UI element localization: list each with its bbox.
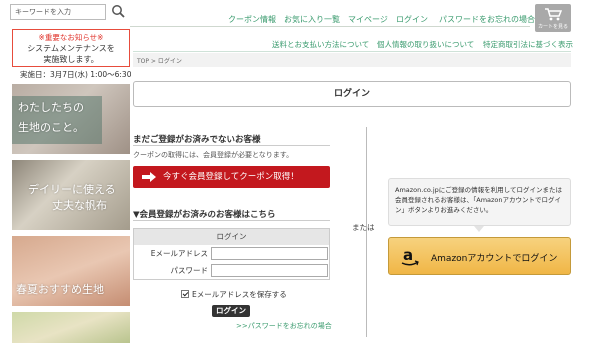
register-button-label: 今すぐ会員登録してクーポン取得！ (163, 172, 299, 182)
new-customer-title: まだご登録がお済みでないお客様 (133, 135, 261, 145)
search-icon[interactable] (111, 4, 125, 18)
cart-button[interactable]: カートを見る (535, 4, 571, 32)
login-form: ログイン Eメールアドレス パスワード (133, 228, 330, 280)
amazon-logo-icon: a (401, 247, 419, 266)
amazon-info: Amazon.co.jpにご登録の情報を利用してログインまたは会員登録されるお客… (388, 178, 571, 226)
breadcrumb[interactable]: TOP > ログイン (137, 56, 182, 65)
banner-spring-summer[interactable]: 春夏おすすめ生地 (12, 236, 130, 306)
banner-about-fabric[interactable]: わたしたちの 生地のこと。 (12, 84, 130, 154)
nav-mypage[interactable]: マイページ (348, 14, 388, 25)
remember-label: Eメールアドレスを保存する (192, 290, 287, 299)
maintenance-notice: ※重要なお知らせ※ システムメンテナンスを 実施致します。 (12, 29, 130, 67)
forgot-password-link[interactable]: >>パスワードをお忘れの場合 (236, 321, 332, 331)
section-divider (133, 145, 330, 146)
amazon-login-button[interactable]: a Amazonアカウントでログイン (388, 237, 571, 275)
search-input[interactable]: キーワードを入力 (10, 4, 106, 20)
login-button[interactable]: ログイン (212, 305, 250, 317)
banner-canvas[interactable]: デイリーに使える 丈夫な帆布 (12, 160, 130, 230)
banner-4[interactable] (12, 312, 130, 343)
password-row: パスワード (134, 262, 329, 279)
amazon-button-label: Amazonアカウントでログイン (431, 254, 558, 264)
nav-favorites[interactable]: お気に入り一覧 (284, 14, 340, 25)
member-title: ▼会員登録がお済みのお客様はこちら (133, 210, 276, 220)
password-field[interactable] (211, 264, 328, 277)
subnav-privacy[interactable]: 個人情報の取り扱いについて (377, 39, 474, 50)
remember-checkbox[interactable] (181, 290, 189, 298)
notice-line-2: 実施致します。 (43, 55, 99, 64)
amazon-info-pointer (474, 226, 484, 232)
subnav-shipping[interactable]: 送料とお支払い方法について (272, 39, 369, 50)
breadcrumb-bar: TOP > ログイン (133, 53, 571, 67)
banner-3-text: 春夏おすすめ生地 (16, 283, 104, 296)
form-header: ログイン (134, 229, 329, 245)
top-nav: クーポン情報 お気に入り一覧 マイページ ログイン パスワードをお忘れの場合 (130, 7, 535, 27)
banner-2-line-1: デイリーに使える (28, 183, 116, 196)
notice-line-1: システムメンテナンスを (27, 44, 115, 53)
notice-title: ※重要なお知らせ※ (38, 33, 104, 42)
email-label: Eメールアドレス (150, 249, 208, 258)
banner-1-line-1: わたしたちの (18, 101, 84, 114)
svg-text:a: a (403, 247, 413, 264)
remember-email[interactable]: Eメールアドレスを保存する (181, 289, 287, 300)
nav-forgot-password[interactable]: パスワードをお忘れの場合 (439, 14, 535, 25)
cart-icon (545, 8, 562, 21)
email-row: Eメールアドレス (134, 245, 329, 262)
nav-coupon[interactable]: クーポン情報 (228, 14, 276, 25)
maintenance-date: 実施日：3月7日(水) 1:00〜6:30 (20, 70, 132, 79)
cart-label: カートを見る (537, 24, 568, 30)
subnav-divider (133, 51, 571, 52)
subnav-tokushoho[interactable]: 特定商取引法に基づく表示 (483, 39, 573, 50)
section-divider (133, 220, 330, 221)
banner-1-line-2: 生地のこと。 (18, 121, 84, 134)
or-text: または (352, 223, 375, 232)
register-button[interactable]: 今すぐ会員登録してクーポン取得！ (133, 166, 330, 188)
new-customer-description: クーポンの取得には、会員登録が必要となります。 (133, 151, 294, 159)
page-title: ログイン (133, 81, 571, 107)
arrow-right-icon (142, 172, 156, 182)
nav-login[interactable]: ログイン (396, 14, 428, 25)
email-field[interactable] (211, 247, 328, 260)
banner-2-line-2: 丈夫な帆布 (52, 199, 107, 212)
password-label: パスワード (170, 266, 209, 275)
